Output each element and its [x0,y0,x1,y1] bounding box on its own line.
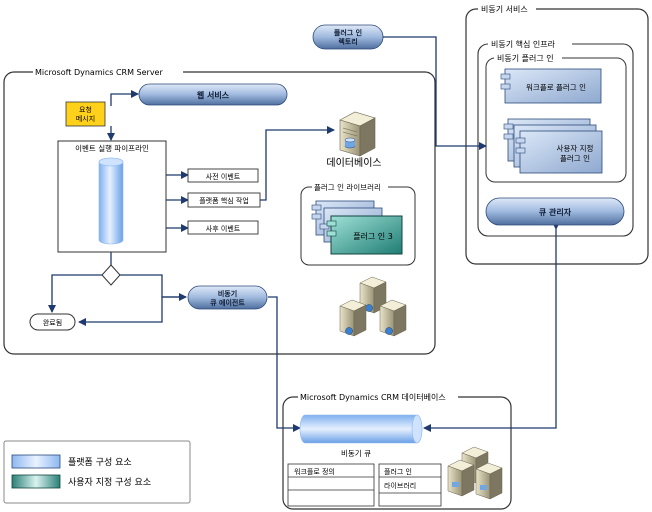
web-services-label: 웹 서비스 [197,90,230,100]
request-message-line1: 요청 [79,106,92,114]
legend-swatch-custom [11,474,61,489]
queue-manager-label: 큐 관리자 [539,207,572,217]
plugin-library-table-line1: 플러그 인 [384,467,412,476]
database-label: 데이터베이스 [326,157,381,169]
plugin-directory-line1: 플러그 인 [334,28,362,37]
database-server-icon [339,111,376,157]
core-infra-title: 비동기 핵심 인프라 [491,39,556,49]
plugin-directory-line2: 렉토리 [338,37,357,46]
custom-plugin-line1: 사용자 지정 [557,143,594,153]
pipeline-cylinder [98,157,124,245]
async-plugins-title: 비동기 플러그 인 [497,53,554,63]
workflow-plugin-label: 워크플로 플러그 인 [526,82,586,92]
async-queue-cylinder [299,414,423,444]
pipeline-cylinder-top [98,157,124,167]
request-message-line2: 메시지 [76,114,95,123]
legend-label-custom: 사용자 지정 구성 요소 [68,477,151,488]
pipeline-title: 이벤트 실행 파이프라인 [75,143,149,153]
async-service-title: 비동기 서비스 [481,5,528,14]
completed-label: 완료됨 [43,319,62,327]
async-agent-line1: 비동기 [218,289,237,298]
platform-core-label: 플랫폼 핵심 작업 [199,196,249,205]
async-agent-line2: 큐 에이전트 [210,298,245,307]
legend-swatch-platform [11,454,61,469]
async-queue-label: 비동기 큐 [341,449,371,458]
crm-async-architecture-diagram: Microsoft Dynamics CRM Server 비동기 서비스 비동… [3,3,649,510]
crm-database-title: Microsoft Dynamics CRM 데이터베이스 [300,392,446,402]
pre-event-label: 사전 이벤트 [206,172,241,181]
plugin-library-table-line2: 라이브러리 [384,481,416,490]
workflow-definition-label: 워크플로 정의 [294,467,335,476]
post-event-label: 사후 이벤트 [206,224,241,233]
plugin-library-title: 플러그 인 라이브러리 [314,182,381,192]
async-queue-cylinder-end [411,414,423,444]
legend-label-platform: 플랫폼 구성 요소 [68,457,132,468]
plugin-3-label: 플러그 인 3 [353,231,393,241]
legend-box [3,440,191,504]
custom-plugin-line2: 플러그 인 [560,153,590,163]
crm-server-title: Microsoft Dynamics CRM Server [35,68,163,77]
